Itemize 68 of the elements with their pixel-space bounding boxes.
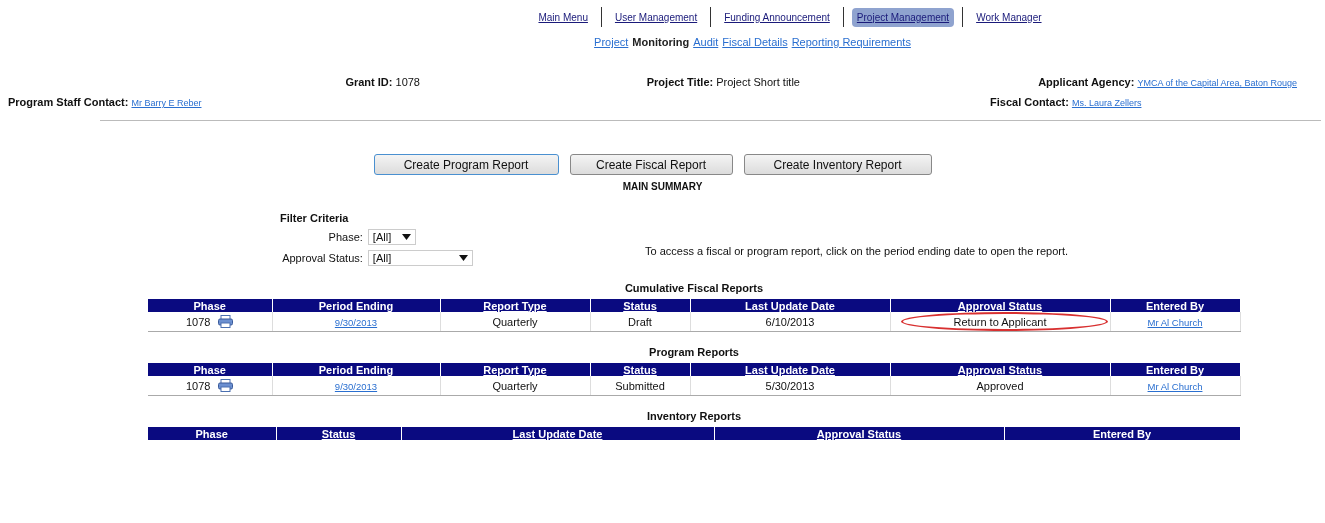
column-header[interactable]: Status xyxy=(276,427,401,440)
column-header[interactable]: Report Type xyxy=(440,299,590,312)
phase-number: 1078 xyxy=(186,379,211,392)
column-header: Phase xyxy=(148,363,272,376)
column-header[interactable]: Approval Status xyxy=(890,363,1110,376)
column-header: Entered By xyxy=(1110,299,1240,312)
field-label: Program Staff Contact: xyxy=(8,96,129,108)
nav-tab[interactable]: Work Manager xyxy=(971,7,1047,27)
table-cell: 6/10/2013 xyxy=(765,315,815,328)
subnav-link[interactable]: Project xyxy=(594,36,629,48)
subnav-link[interactable]: Reporting Requirements xyxy=(791,36,911,48)
project-title: Project Title: Project Short title xyxy=(646,76,800,88)
column-header[interactable]: Last Update Date xyxy=(690,363,890,376)
table-cell: Return to Applicant xyxy=(953,315,1047,328)
column-header: Period Ending xyxy=(272,363,440,376)
column-header: Phase xyxy=(148,299,272,312)
create-report-button[interactable]: Create Fiscal Report xyxy=(569,154,733,175)
column-header[interactable]: Last Update Date xyxy=(401,427,714,440)
nav-tab[interactable]: Funding Announcement xyxy=(719,7,835,27)
filter-dropdown[interactable]: [All] xyxy=(367,229,416,245)
table-cell: Quarterly xyxy=(492,315,538,328)
phase-number: 1078 xyxy=(186,315,211,328)
caret-icon xyxy=(401,234,411,240)
column-header: Last Update Date xyxy=(690,299,890,312)
column-header: Entered By xyxy=(1004,427,1240,440)
field-label: Fiscal Contact: xyxy=(990,96,1069,108)
subnav-link[interactable]: Monitoring xyxy=(632,36,690,48)
table-link[interactable]: Mr Al Church xyxy=(1147,316,1203,328)
printer-icon[interactable] xyxy=(218,379,234,392)
column-header[interactable]: Status xyxy=(590,363,690,376)
column-header: Entered By xyxy=(1110,363,1240,376)
table-cell: Submitted xyxy=(615,379,665,392)
table-cell: Quarterly xyxy=(492,379,538,392)
table-title: Inventory Reports xyxy=(645,410,743,424)
contact-link[interactable]: Mr Barry E Reber xyxy=(131,98,202,108)
table-link[interactable]: Mr Al Church xyxy=(1147,380,1203,392)
filter-label: Approval Status: xyxy=(281,252,363,264)
create-report-button[interactable]: Create Inventory Report xyxy=(743,154,932,175)
table-cell: Draft xyxy=(628,315,652,328)
table-title: Cumulative Fiscal Reports xyxy=(623,282,765,296)
section-title: MAIN SUMMARY xyxy=(621,180,704,192)
column-header[interactable]: Approval Status xyxy=(714,427,1004,440)
table-link[interactable]: 9/30/2013 xyxy=(334,380,378,392)
subnav-link[interactable]: Fiscal Details xyxy=(722,36,788,48)
column-header[interactable]: Report Type xyxy=(440,363,590,376)
filter-title: Filter Criteria xyxy=(279,212,350,224)
table-title: Program Reports xyxy=(648,346,740,360)
nav-tab[interactable]: User Management xyxy=(609,7,703,27)
field-label: Applicant Agency: xyxy=(1038,76,1135,88)
grant-id: Grant ID: 1078 xyxy=(345,76,420,88)
agency-link[interactable]: YMCA of the Capital Area, Baton Rouge xyxy=(1137,78,1297,88)
caret-icon xyxy=(458,255,468,261)
hint-text: To access a fiscal or program report, click on the period ending date to open the report. xyxy=(644,244,1069,259)
create-report-button[interactable]: Create Program Report xyxy=(373,154,559,175)
column-header: Phase xyxy=(148,427,276,440)
nav-tab[interactable]: Main Menu xyxy=(533,7,593,27)
table-cell: Approved xyxy=(976,379,1024,392)
column-header[interactable]: Approval Status xyxy=(890,299,1110,312)
filter-dropdown[interactable]: [All] xyxy=(367,250,473,266)
subnav-link[interactable]: Audit xyxy=(693,36,719,48)
nav-tab[interactable]: Project Management xyxy=(851,7,955,27)
table-link[interactable]: 9/30/2013 xyxy=(334,316,378,328)
column-header: Period Ending xyxy=(272,299,440,312)
filter-label: Phase: xyxy=(327,231,363,243)
table-cell: 5/30/2013 xyxy=(765,379,815,392)
printer-icon[interactable] xyxy=(218,315,234,328)
contact-link[interactable]: Ms. Laura Zellers xyxy=(1071,98,1142,108)
column-header[interactable]: Status xyxy=(590,299,690,312)
